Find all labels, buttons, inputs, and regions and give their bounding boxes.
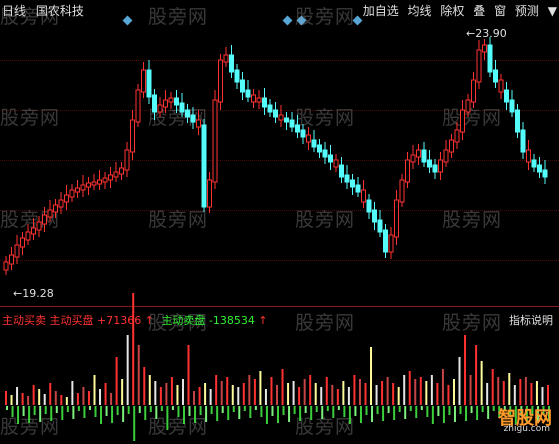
logo-url: zhigu.com (503, 424, 550, 434)
site-logo: 智股网 zhigu.com (458, 404, 556, 438)
indicator-chart[interactable] (0, 0, 559, 444)
